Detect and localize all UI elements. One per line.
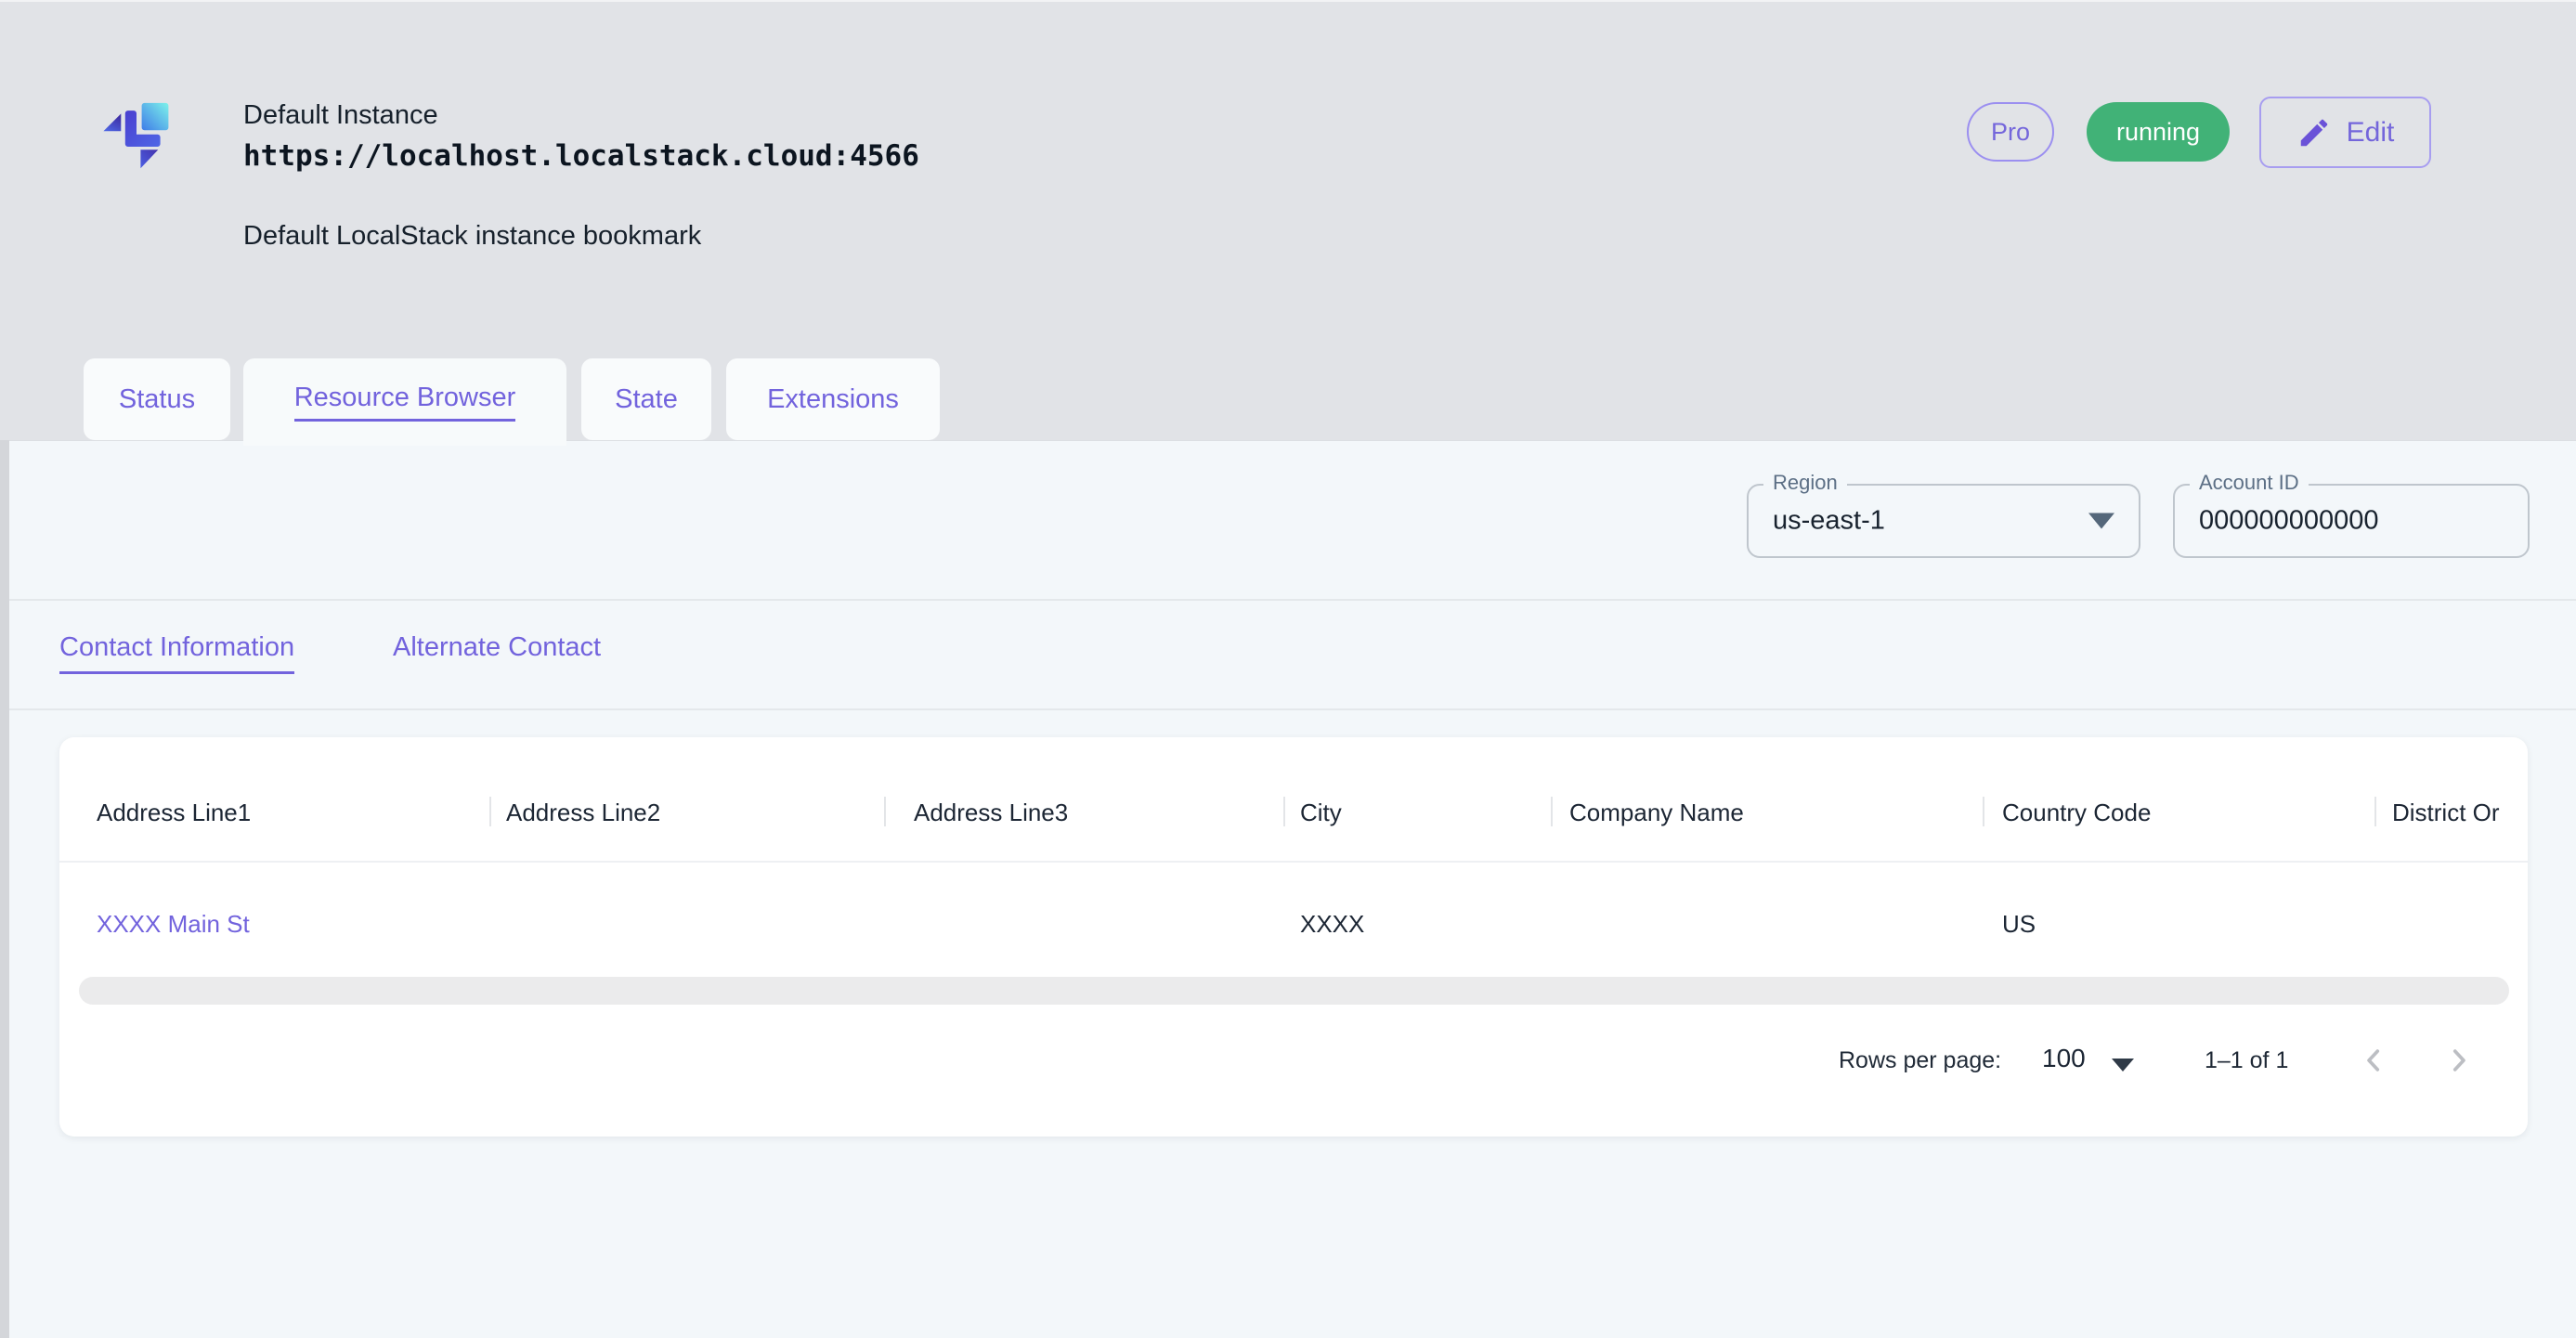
resource-browser-panel: Account Create Region us-east-1 Account …: [9, 440, 2576, 1338]
region-label: Region: [1763, 471, 1847, 495]
column-separator[interactable]: [1283, 797, 1285, 826]
tab-status-label: Status: [119, 384, 195, 415]
subtab-alternate-contact[interactable]: Alternate Contact: [393, 632, 601, 671]
chevron-right-icon: [2443, 1045, 2475, 1076]
section-divider: [9, 599, 2576, 601]
tab-extensions[interactable]: Extensions: [726, 358, 940, 440]
column-separator[interactable]: [884, 797, 886, 826]
column-header-address-line1[interactable]: Address Line1: [97, 799, 251, 827]
pagination-range: 1–1 of 1: [2205, 1047, 2288, 1074]
edit-button[interactable]: Edit: [2259, 97, 2431, 168]
instance-subtitle: Default LocalStack instance bookmark: [243, 221, 701, 252]
localstack-logo-icon: [90, 91, 202, 202]
pencil-icon: [2296, 115, 2332, 150]
region-select[interactable]: Region us-east-1: [1747, 484, 2140, 558]
instance-title: Default Instance: [243, 100, 438, 131]
caret-down-icon[interactable]: [2112, 1059, 2134, 1072]
caret-down-icon: [2088, 513, 2114, 529]
tab-state[interactable]: State: [581, 358, 711, 440]
chevron-left-icon: [2358, 1045, 2389, 1076]
cell-country-code: US: [2002, 910, 2036, 939]
column-header-district[interactable]: District Or: [2392, 799, 2500, 827]
column-separator[interactable]: [2374, 797, 2376, 826]
edit-button-label: Edit: [2347, 117, 2395, 149]
subtab-contact-information[interactable]: Contact Information: [59, 632, 294, 674]
cell-address-line1[interactable]: XXXX Main St: [97, 910, 250, 939]
contact-table-card: Address Line1 Address Line2 Address Line…: [59, 737, 2528, 1137]
horizontal-scrollbar[interactable]: [79, 977, 2509, 1005]
account-id-field[interactable]: Account ID 000000000000: [2173, 484, 2530, 558]
column-header-address-line3[interactable]: Address Line3: [914, 799, 1068, 827]
previous-page-button[interactable]: [2353, 1040, 2394, 1081]
tab-extensions-label: Extensions: [767, 384, 899, 415]
tab-state-label: State: [615, 384, 678, 415]
column-separator[interactable]: [1983, 797, 1984, 826]
table-header-divider: [59, 861, 2528, 863]
column-separator[interactable]: [489, 797, 491, 826]
tab-status[interactable]: Status: [84, 358, 230, 440]
column-header-address-line2[interactable]: Address Line2: [506, 799, 660, 827]
tab-resource-browser-label: Resource Browser: [294, 383, 516, 422]
account-id-value: 000000000000: [2199, 506, 2379, 537]
status-badge: running: [2087, 102, 2230, 162]
rows-per-page-select[interactable]: 100: [2042, 1044, 2086, 1073]
account-id-label: Account ID: [2190, 471, 2309, 495]
column-header-company-name[interactable]: Company Name: [1569, 799, 1744, 827]
rows-per-page-label: Rows per page:: [1839, 1047, 2001, 1074]
column-separator[interactable]: [1551, 797, 1553, 826]
pro-badge: Pro: [1967, 102, 2054, 162]
left-gutter: [0, 440, 9, 1338]
section-divider: [9, 708, 2576, 710]
instance-url: https://localhost.localstack.cloud:4566: [243, 139, 919, 173]
cell-city: XXXX: [1300, 910, 1364, 939]
column-header-city[interactable]: City: [1300, 799, 1342, 827]
next-page-button[interactable]: [2439, 1040, 2479, 1081]
tab-resource-browser[interactable]: Resource Browser: [243, 358, 566, 446]
column-header-country-code[interactable]: Country Code: [2002, 799, 2151, 827]
region-value: us-east-1: [1773, 506, 1885, 537]
